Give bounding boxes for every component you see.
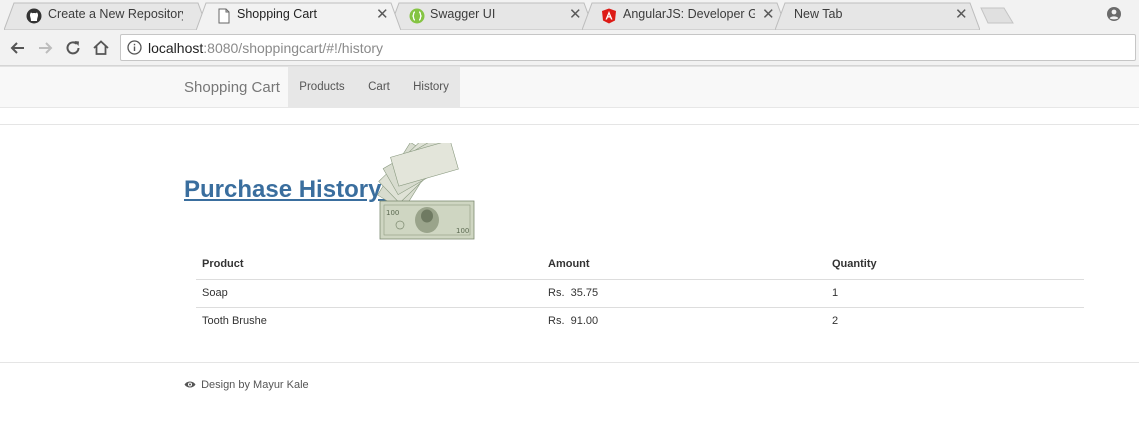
column-header-product: Product [196, 250, 542, 280]
svg-text:100: 100 [456, 227, 469, 235]
reload-icon[interactable] [63, 38, 83, 58]
nav-item-cart[interactable]: Cart [356, 67, 402, 108]
close-icon[interactable]: ✕ [955, 7, 968, 23]
svg-text:100: 100 [386, 209, 399, 217]
browser-tab-new-tab[interactable]: New Tab ✕ [775, 2, 980, 30]
cell-amount: Rs. 91.00 [548, 315, 599, 328]
table-header-row: Product Amount Quantity [196, 250, 1084, 280]
document-icon [218, 8, 230, 24]
browser-tab-github[interactable]: Create a New Repository ✕ [4, 2, 208, 30]
github-icon [26, 8, 42, 24]
url-host: localhost [148, 40, 204, 56]
angular-icon [602, 8, 616, 24]
tab-title: New Tab [794, 7, 843, 21]
close-icon[interactable]: ✕ [762, 7, 775, 23]
cell-amount: Rs. 35.75 [542, 279, 826, 308]
cell-quantity: 1 [826, 279, 1084, 308]
home-icon[interactable] [91, 38, 111, 58]
url-path: :8080/shoppingcart/#!/history [203, 40, 384, 56]
close-icon[interactable]: ✕ [569, 7, 582, 23]
swagger-icon [409, 8, 425, 24]
info-icon[interactable] [127, 40, 142, 55]
browser-tab-strip: Create a New Repository ✕ Shopping Cart … [0, 0, 1139, 30]
tab-title: Swagger UI [430, 7, 496, 21]
app-navbar: Shopping Cart Products Cart History [0, 66, 1139, 108]
address-bar[interactable]: localhost:8080/shoppingcart/#!/history [120, 34, 1136, 61]
back-arrow-icon[interactable] [8, 38, 28, 58]
cell-product: Tooth Brushe [202, 315, 267, 328]
tab-title: AngularJS: Developer Gu [623, 7, 755, 21]
browser-tab-angularjs[interactable]: AngularJS: Developer Gu ✕ [582, 2, 787, 30]
nav-item-history[interactable]: History [402, 67, 460, 108]
divider [0, 362, 1139, 363]
eye-icon [184, 381, 196, 388]
navbar-brand[interactable]: Shopping Cart [184, 79, 280, 96]
close-icon[interactable]: ✕ [376, 7, 389, 23]
purchase-history-table: Product Amount Quantity Soap Rs. 35.75 1… [196, 250, 1084, 335]
browser-toolbar: localhost:8080/shoppingcart/#!/history [0, 30, 1139, 66]
table-row: Tooth Brushe Rs. 91.00 2 [196, 307, 1084, 335]
table-row: Soap Rs. 35.75 1 [196, 279, 1084, 308]
column-header-quantity: Quantity [826, 250, 1084, 280]
tab-title: Shopping Cart [237, 7, 317, 21]
footer: Design by Mayur Kale [184, 379, 309, 391]
new-tab-button[interactable] [980, 7, 1014, 24]
cell-quantity: 2 [832, 315, 839, 328]
nav-item-products[interactable]: Products [288, 67, 356, 108]
cell-product: Soap [196, 279, 542, 308]
money-stack-image: 100 100 [377, 143, 475, 240]
page-title[interactable]: Purchase History [184, 176, 388, 204]
footer-credit: Design by Mayur Kale [201, 379, 309, 391]
profile-icon[interactable] [1106, 6, 1122, 22]
browser-tab-shopping-cart[interactable]: Shopping Cart ✕ [196, 2, 401, 30]
tab-title: Create a New Repository [48, 7, 183, 21]
url-text: localhost:8080/shoppingcart/#!/history [148, 40, 383, 56]
divider [0, 124, 1139, 125]
browser-tab-swagger[interactable]: Swagger UI ✕ [389, 2, 594, 30]
forward-arrow-icon[interactable] [35, 38, 55, 58]
column-header-amount: Amount [542, 250, 826, 280]
